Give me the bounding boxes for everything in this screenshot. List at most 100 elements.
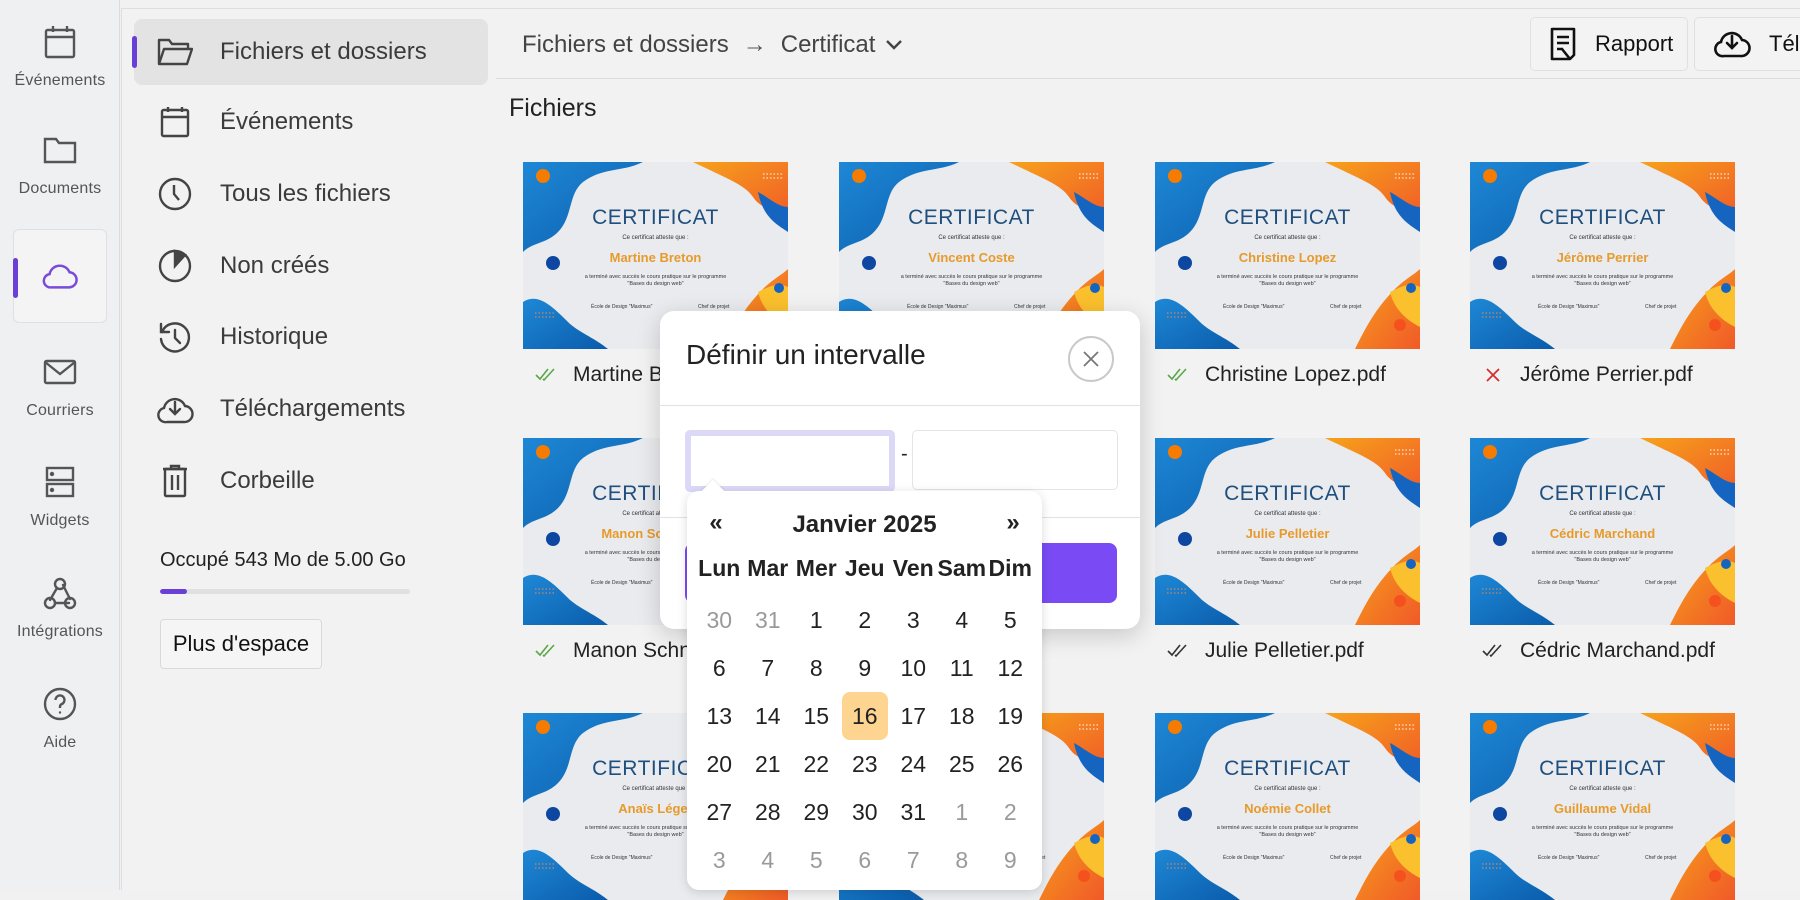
calendar-day[interactable]: 4: [939, 596, 986, 644]
calendar-day[interactable]: 5: [987, 596, 1034, 644]
calendar-day[interactable]: 8: [793, 644, 840, 692]
next-month-button[interactable]: »: [998, 509, 1028, 537]
calendar-day[interactable]: 23: [842, 740, 889, 788]
nav-item-history[interactable]: Historique: [134, 304, 488, 370]
calendar-day[interactable]: 7: [890, 836, 937, 884]
file-card[interactable]: CERTIFICAT Ce certificat atteste que : Céd…: [1470, 438, 1735, 665]
calendar-day[interactable]: 14: [745, 692, 792, 740]
calendar-day[interactable]: 6: [842, 836, 889, 884]
nav-item-label: Événements: [220, 108, 354, 135]
calendar-day[interactable]: 9: [842, 644, 889, 692]
rail-item-integrations[interactable]: Intégrations: [13, 561, 107, 655]
calendar-day[interactable]: 1: [939, 788, 986, 836]
file-card[interactable]: CERTIFICAT Ce certificat atteste que : Gui…: [1470, 713, 1735, 900]
certificate-title: CERTIFICAT: [1539, 482, 1666, 505]
rail-item-events[interactable]: Événements: [13, 10, 107, 104]
nav-item-all-files[interactable]: Tous les fichiers: [134, 161, 488, 227]
file-card[interactable]: CERTIFICAT Ce certificat atteste que : Jul…: [1155, 438, 1420, 665]
more-space-button[interactable]: Plus d'espace: [160, 619, 322, 669]
nav-item-not-created[interactable]: Non créés: [134, 233, 488, 299]
calendar-day[interactable]: 24: [890, 740, 937, 788]
certificate-recipient: Vincent Coste: [928, 250, 1015, 265]
calendar-day[interactable]: 2: [842, 596, 889, 644]
rail-item-cloud[interactable]: [13, 229, 107, 323]
certificate-thumbnail[interactable]: CERTIFICAT Ce certificat atteste que : Noé…: [1155, 713, 1420, 900]
calendar-day[interactable]: 30: [696, 596, 743, 644]
nav-item-files-folders[interactable]: Fichiers et dossiers: [132, 19, 488, 85]
day-grid: 30 31 1 2 3 4 5 6 7 8 9 10 11 12 13 14 15 16 17 18 19 20 21 22 2…: [695, 596, 1035, 884]
certificate-recipient: Christine Lopez: [1238, 250, 1337, 265]
calendar-day[interactable]: 15: [793, 692, 840, 740]
calendar-day-today[interactable]: 16: [841, 692, 888, 740]
certificate-signature-school: École de Design "Maximus": [1223, 855, 1285, 861]
file-card[interactable]: CERTIFICAT Ce certificat atteste que : Chr…: [1155, 162, 1420, 389]
calendar-day[interactable]: 3: [890, 596, 937, 644]
report-button[interactable]: Rapport: [1530, 17, 1688, 71]
end-date-input[interactable]: [913, 431, 1117, 489]
calendar-day[interactable]: 28: [745, 788, 792, 836]
file-card[interactable]: CERTIFICAT Ce certificat atteste que : Noé…: [1155, 713, 1420, 900]
certificate-thumbnail[interactable]: CERTIFICAT Ce certificat atteste que : Céd…: [1470, 438, 1735, 625]
breadcrumb-root[interactable]: Fichiers et dossiers: [522, 31, 729, 59]
calendar-day[interactable]: 4: [745, 836, 792, 884]
calendar-day[interactable]: 21: [745, 740, 792, 788]
calendar-day[interactable]: 12: [987, 644, 1034, 692]
calendar-day[interactable]: 19: [987, 692, 1034, 740]
end-date-field[interactable]: [912, 430, 1118, 490]
file-card[interactable]: CERTIFICAT Ce certificat atteste que : Jér…: [1470, 162, 1735, 389]
rail-item-label: Intégrations: [16, 623, 103, 640]
close-button[interactable]: [1068, 336, 1114, 382]
calendar-day[interactable]: 2: [987, 788, 1034, 836]
breadcrumb-current: Certificat: [780, 31, 876, 58]
calendar-day[interactable]: 20: [696, 740, 743, 788]
file-name[interactable]: Julie Pelletier.pdf: [1205, 639, 1364, 663]
calendar-day[interactable]: 31: [890, 788, 937, 836]
range-separator: -: [901, 443, 908, 465]
calendar-day[interactable]: 30: [842, 788, 889, 836]
rail-item-label: Courriers: [26, 402, 94, 419]
breadcrumb-current-dropdown[interactable]: Certificat: [781, 31, 904, 59]
calendar-day[interactable]: 25: [939, 740, 986, 788]
calendar-day[interactable]: 31: [745, 596, 792, 644]
rail-item-mail[interactable]: Courriers: [13, 340, 107, 434]
download-button[interactable]: Télécharger: [1694, 17, 1800, 71]
calendar-day[interactable]: 26: [987, 740, 1034, 788]
calendar-day[interactable]: 27: [696, 788, 743, 836]
calendar-day[interactable]: 13: [696, 692, 743, 740]
calendar-day[interactable]: 7: [745, 644, 792, 692]
certificate-subtitle: Ce certificat atteste que :: [622, 235, 689, 241]
rail-item-widgets[interactable]: Widgets: [13, 450, 107, 544]
file-name[interactable]: Cédric Marchand.pdf: [1520, 639, 1715, 663]
certificate-title: CERTIFICAT: [1224, 206, 1351, 229]
double-check-icon: [1167, 368, 1189, 382]
calendar-day[interactable]: 3: [696, 836, 743, 884]
calendar-day[interactable]: 17: [890, 692, 937, 740]
certificate-thumbnail[interactable]: CERTIFICAT Ce certificat atteste que : Chr…: [1155, 162, 1420, 349]
certificate-thumbnail[interactable]: CERTIFICAT Ce certificat atteste que : Jér…: [1470, 162, 1735, 349]
calendar-day[interactable]: 10: [890, 644, 937, 692]
file-name-row: Julie Pelletier.pdf: [1155, 637, 1420, 665]
rail-item-help[interactable]: Aide: [13, 672, 107, 766]
certificate-recipient: Jérôme Perrier: [1556, 250, 1649, 265]
certificate-recipient: Martine Breton: [609, 250, 702, 265]
calendar-day[interactable]: 22: [793, 740, 840, 788]
calendar-day[interactable]: 6: [696, 644, 743, 692]
section-title: Fichiers: [509, 94, 597, 122]
calendar-day[interactable]: 11: [939, 644, 986, 692]
certificate-thumbnail[interactable]: CERTIFICAT Ce certificat atteste que : Jul…: [1155, 438, 1420, 625]
certificate-signature-manager: Chef de projet: [1330, 580, 1362, 586]
certificate-thumbnail[interactable]: CERTIFICAT Ce certificat atteste que : Gui…: [1470, 713, 1735, 900]
start-date-input[interactable]: [691, 436, 889, 486]
file-name[interactable]: Christine Lopez.pdf: [1205, 363, 1386, 387]
calendar-day[interactable]: 9: [987, 836, 1034, 884]
file-name[interactable]: Jérôme Perrier.pdf: [1520, 363, 1693, 387]
rail-item-documents[interactable]: Documents: [13, 118, 107, 212]
nav-item-downloads[interactable]: Téléchargements: [134, 376, 488, 442]
calendar-day[interactable]: 1: [793, 596, 840, 644]
nav-item-trash[interactable]: Corbeille: [134, 448, 488, 514]
nav-item-events[interactable]: Événements: [134, 89, 488, 155]
calendar-day[interactable]: 18: [939, 692, 986, 740]
calendar-day[interactable]: 8: [939, 836, 986, 884]
calendar-day[interactable]: 5: [793, 836, 840, 884]
calendar-day[interactable]: 29: [793, 788, 840, 836]
